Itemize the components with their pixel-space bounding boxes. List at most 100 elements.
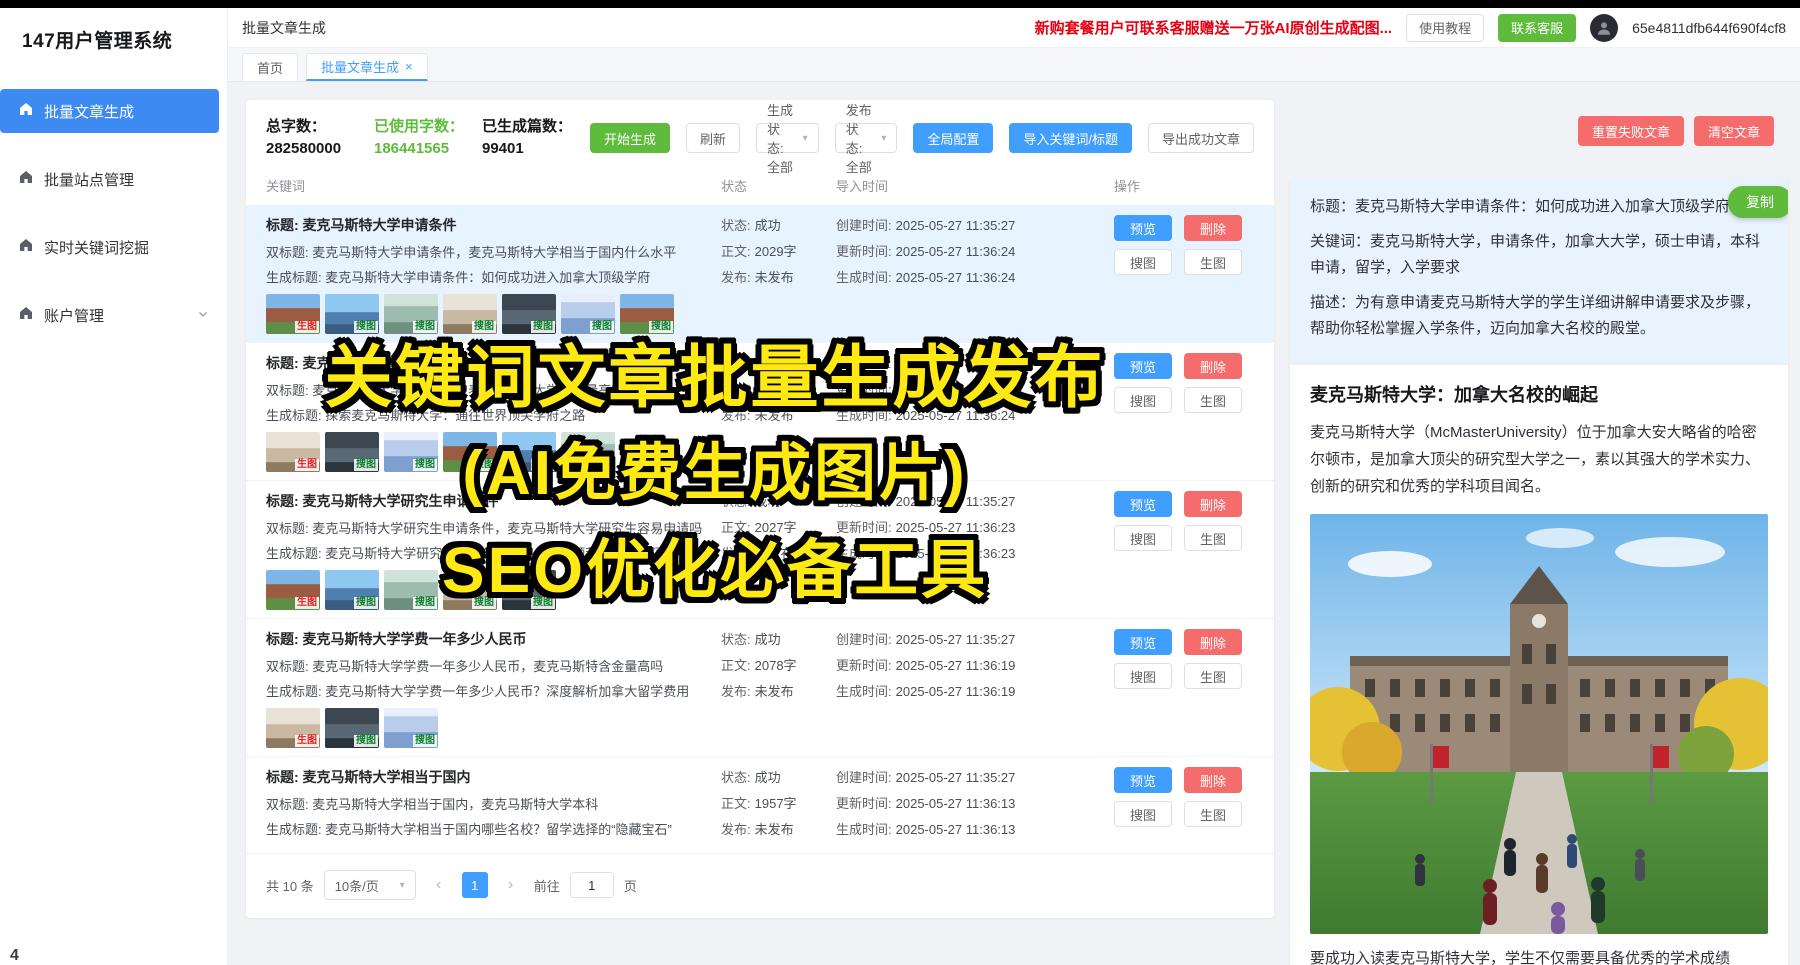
article-thumbnail[interactable]: 搜图 <box>561 432 615 472</box>
promo-notice[interactable]: 新购套餐用户可联系客服赠送一万张AI原创生成配图... <box>1035 17 1393 38</box>
sidebar-item-keyword-mining[interactable]: 实时关键词挖掘 <box>0 225 227 269</box>
preview-button[interactable]: 预览 <box>1114 491 1172 517</box>
article-thumbnail[interactable]: 搜图 <box>502 570 556 610</box>
prev-page-button[interactable]: ‹ <box>426 872 452 898</box>
generate-image-button[interactable]: 生图 <box>1184 387 1242 413</box>
preview-button[interactable]: 预览 <box>1114 215 1172 241</box>
page-number-button[interactable]: 1 <box>462 872 488 898</box>
publish-status: 未发布 <box>755 405 794 426</box>
search-image-button[interactable]: 搜图 <box>1114 663 1172 689</box>
thumbnail-badge: 搜图 <box>354 597 378 609</box>
table-header: 关键词 状态 导入时间 操作 <box>266 160 1254 205</box>
preview-button[interactable]: 预览 <box>1114 629 1172 655</box>
article-thumbnail[interactable]: 生图 <box>266 432 320 472</box>
preview-button[interactable]: 预览 <box>1114 353 1172 379</box>
sidebar: 147用户管理系统 批量文章生成 批量站点管理 实时关键词挖掘 账户管理 4 <box>0 8 228 965</box>
tutorial-button[interactable]: 使用教程 <box>1406 14 1484 42</box>
article-thumbnail[interactable]: 搜图 <box>384 432 438 472</box>
row-time-cell: 创建时间:2025-05-27 11:35:27 更新时间:2025-05-27… <box>836 353 1086 472</box>
article-thumbnail[interactable]: 搜图 <box>325 294 379 334</box>
publish-status-select[interactable]: 发布状态: 全部▾ <box>835 123 898 153</box>
generate-image-button[interactable]: 生图 <box>1184 249 1242 275</box>
search-image-button[interactable]: 搜图 <box>1114 387 1172 413</box>
delete-button[interactable]: 删除 <box>1184 629 1242 655</box>
article-thumbnail[interactable]: 生图 <box>266 708 320 748</box>
table-row[interactable]: 标题: 麦克马斯特大学学费一年多少人民币 双标题: 麦克马斯特大学学费一年多少人… <box>246 619 1274 757</box>
article-thumbnail[interactable]: 搜图 <box>502 294 556 334</box>
row-double-title: 双标题: 麦克马斯特大学世界排名，麦克马斯特大学含金量高吗 <box>266 380 721 401</box>
table-row[interactable]: 标题: 麦克马斯特大学相当于国内 双标题: 麦克马斯特大学相当于国内，麦克马斯特… <box>246 757 1274 854</box>
generated-time: 2025-05-27 11:36:13 <box>896 819 1016 840</box>
delete-button[interactable]: 删除 <box>1184 215 1242 241</box>
article-paragraph: 麦克马斯特大学（McMasterUniversity）位于加拿大安大略省的哈密尔… <box>1290 407 1788 500</box>
tab-home[interactable]: 首页 <box>242 53 298 81</box>
stat-generated-count: 已生成篇数： 99401 <box>482 116 574 160</box>
user-id[interactable]: 65e4811dfb644f690f4cf8 <box>1632 20 1786 36</box>
row-keyword-cell: 标题: 麦克马斯特大学申请条件 双标题: 麦克马斯特大学申请条件，麦克马斯特大学… <box>266 215 721 334</box>
search-image-button[interactable]: 搜图 <box>1114 525 1172 551</box>
article-thumbnail[interactable]: 搜图 <box>561 294 615 334</box>
delete-button[interactable]: 删除 <box>1184 353 1242 379</box>
preview-button[interactable]: 预览 <box>1114 767 1172 793</box>
table-row[interactable]: 标题: 麦克马斯特大学世界排名 双标题: 麦克马斯特大学世界排名，麦克马斯特大学… <box>246 343 1274 481</box>
table-row[interactable]: 标题: 麦克马斯特大学申请条件 双标题: 麦克马斯特大学申请条件，麦克马斯特大学… <box>246 205 1274 343</box>
generate-image-button[interactable]: 生图 <box>1184 663 1242 689</box>
delete-button[interactable]: 删除 <box>1184 767 1242 793</box>
row-gen-title: 生成标题: 麦克马斯特大学相当于国内哪些名校？留学选择的“隐藏宝石” <box>266 819 721 840</box>
row-actions-cell: 预览 删除 搜图 生图 <box>1086 215 1242 334</box>
pagination: 共 10 条 10条/页▾ ‹ 1 › 前往 1 页 <box>266 856 1254 906</box>
contact-support-button[interactable]: 联系客服 <box>1498 14 1576 42</box>
sidebar-item-batch-site[interactable]: 批量站点管理 <box>0 157 227 201</box>
generate-status-select[interactable]: 生成状态: 全部▾ <box>756 123 819 153</box>
sidebar-item-batch-article[interactable]: 批量文章生成 <box>0 89 219 133</box>
article-thumbnail[interactable]: 搜图 <box>502 432 556 472</box>
created-time: 2025-05-27 11:35:27 <box>896 353 1016 374</box>
next-page-button[interactable]: › <box>498 872 524 898</box>
article-thumbnail[interactable]: 搜图 <box>384 708 438 748</box>
thumbnail-badge: 生图 <box>295 735 319 747</box>
article-thumbnail[interactable]: 搜图 <box>384 570 438 610</box>
search-image-button[interactable]: 搜图 <box>1114 801 1172 827</box>
publish-status: 未发布 <box>755 267 794 288</box>
start-generate-button[interactable]: 开始生成 <box>590 123 670 153</box>
reset-failed-button[interactable]: 重置失败文章 <box>1578 116 1684 146</box>
article-thumbnail[interactable]: 生图 <box>266 570 320 610</box>
article-thumbnail[interactable]: 搜图 <box>325 432 379 472</box>
close-icon[interactable]: × <box>405 59 413 74</box>
article-thumbnail[interactable]: 搜图 <box>443 294 497 334</box>
delete-button[interactable]: 删除 <box>1184 491 1242 517</box>
article-thumbnail[interactable]: 生图 <box>266 294 320 334</box>
thumbnail-badge: 搜图 <box>413 321 437 333</box>
article-thumbnail[interactable]: 搜图 <box>443 570 497 610</box>
sidebar-item-account[interactable]: 账户管理 <box>0 293 227 337</box>
page-size-select[interactable]: 10条/页▾ <box>324 870 416 900</box>
export-success-button[interactable]: 导出成功文章 <box>1148 123 1254 153</box>
generate-image-button[interactable]: 生图 <box>1184 525 1242 551</box>
avatar[interactable] <box>1590 14 1618 42</box>
table-row[interactable]: 标题: 麦克马斯特大学研究生申请条件 双标题: 麦克马斯特大学研究生申请条件，麦… <box>246 481 1274 619</box>
search-image-button[interactable]: 搜图 <box>1114 249 1172 275</box>
stat-total-words: 总字数： 282580000 <box>266 116 358 160</box>
tab-batch-article[interactable]: 批量文章生成 × <box>306 53 428 81</box>
publish-status: 未发布 <box>755 543 794 564</box>
row-time-cell: 创建时间:2025-05-27 11:35:27 更新时间:2025-05-27… <box>836 215 1086 334</box>
clear-articles-button[interactable]: 清空文章 <box>1694 116 1774 146</box>
status-value: 成功 <box>755 353 781 374</box>
sidebar-item-label: 账户管理 <box>44 305 104 326</box>
generate-image-button[interactable]: 生图 <box>1184 801 1242 827</box>
goto-page-input[interactable]: 1 <box>570 872 614 898</box>
status-value: 成功 <box>755 491 781 512</box>
thumbnail-badge: 搜图 <box>472 597 496 609</box>
article-thumbnail[interactable]: 搜图 <box>325 708 379 748</box>
row-time-cell: 创建时间:2025-05-27 11:35:27 更新时间:2025-05-27… <box>836 629 1086 748</box>
article-thumbnail[interactable]: 搜图 <box>325 570 379 610</box>
global-config-button[interactable]: 全局配置 <box>913 123 993 153</box>
article-thumbnail[interactable]: 搜图 <box>443 432 497 472</box>
row-title: 标题: 麦克马斯特大学申请条件 <box>266 215 721 235</box>
refresh-button[interactable]: 刷新 <box>686 123 740 153</box>
copy-button[interactable]: 复制 <box>1728 186 1788 218</box>
import-keywords-button[interactable]: 导入关键词/标题 <box>1009 123 1132 153</box>
article-thumbnail[interactable]: 搜图 <box>384 294 438 334</box>
thumbnail-badge: 搜图 <box>531 597 555 609</box>
article-thumbnail[interactable]: 搜图 <box>620 294 674 334</box>
